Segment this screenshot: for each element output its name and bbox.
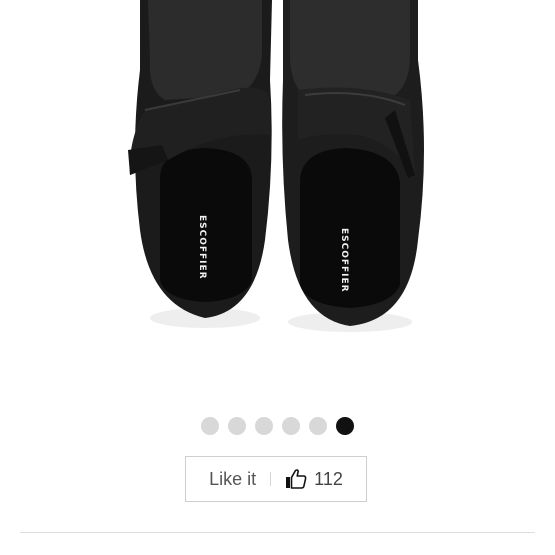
section-divider bbox=[20, 532, 535, 533]
product-image[interactable]: ESCOFFIER ESCOFFIER bbox=[0, 0, 555, 375]
pager-dot[interactable] bbox=[201, 417, 219, 435]
pager-dot[interactable] bbox=[309, 417, 327, 435]
insole-brand-right: ESCOFFIER bbox=[339, 228, 349, 293]
right-shoe: ESCOFFIER bbox=[282, 0, 424, 326]
left-shoe: ESCOFFIER bbox=[128, 0, 272, 318]
pager-dot-active[interactable] bbox=[336, 417, 354, 435]
pager-dot[interactable] bbox=[255, 417, 273, 435]
like-separator bbox=[270, 472, 272, 486]
insole-brand-left: ESCOFFIER bbox=[197, 215, 207, 280]
product-detail-screen: ESCOFFIER ESCOFFIER Like it 112 bbox=[0, 0, 555, 555]
like-label: Like it bbox=[209, 468, 257, 489]
like-count: 112 bbox=[314, 468, 343, 489]
image-pager bbox=[0, 417, 555, 435]
like-button[interactable]: Like it 112 bbox=[185, 456, 367, 502]
thumbs-up-icon bbox=[284, 467, 308, 491]
pager-dot[interactable] bbox=[282, 417, 300, 435]
pager-dot[interactable] bbox=[228, 417, 246, 435]
shoes-photo: ESCOFFIER ESCOFFIER bbox=[128, 0, 424, 332]
